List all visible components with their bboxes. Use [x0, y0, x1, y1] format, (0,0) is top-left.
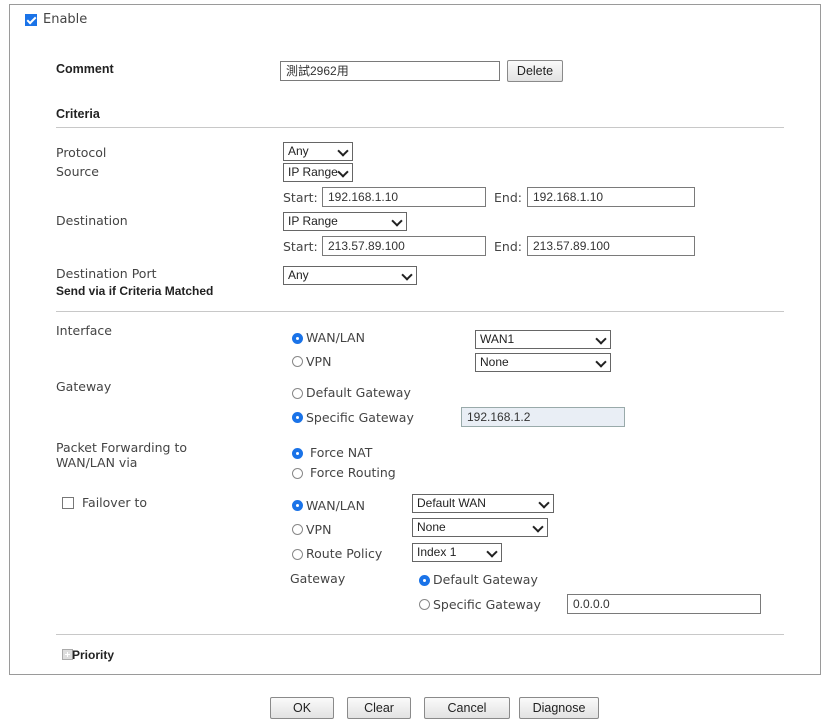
specific-gateway-radio[interactable] [292, 412, 303, 423]
comment-input[interactable]: 測試2962用 [280, 61, 500, 81]
force-routing-radio[interactable] [292, 468, 303, 479]
source-end-input[interactable]: 192.168.1.10 [527, 187, 695, 207]
destination-end-label: End: [494, 239, 522, 254]
send-via-title: Send via if Criteria Matched [56, 284, 214, 298]
destination-end-input[interactable]: 213.57.89.100 [527, 236, 695, 256]
destination-label: Destination [56, 213, 128, 228]
force-nat-radio[interactable] [292, 448, 303, 459]
interface-vpn-label: VPN [306, 354, 332, 369]
chevron-down-icon [486, 546, 498, 558]
failover-specific-gateway-label: Specific Gateway [433, 597, 541, 612]
gateway-label: Gateway [56, 379, 112, 394]
destination-start-input[interactable]: 213.57.89.100 [322, 236, 486, 256]
force-nat-label: Force NAT [310, 445, 373, 460]
source-start-input[interactable]: 192.168.1.10 [322, 187, 486, 207]
destination-port-value: Any [288, 268, 309, 282]
protocol-select[interactable]: Any [283, 142, 353, 161]
destination-port-label: Destination Port [56, 266, 157, 281]
interface-wan-lan-select[interactable]: WAN1 [475, 330, 611, 349]
interface-label: Interface [56, 323, 112, 338]
destination-type-select[interactable]: IP Range [283, 212, 407, 231]
diagnose-button[interactable]: Diagnose [519, 697, 599, 719]
ok-button[interactable]: OK [270, 697, 334, 719]
priority-label: Priority [72, 648, 115, 662]
failover-vpn-label: VPN [306, 522, 332, 537]
protocol-label: Protocol [56, 145, 107, 160]
interface-wan-lan-radio[interactable] [292, 333, 303, 344]
chevron-down-icon [532, 521, 544, 533]
chevron-down-icon [595, 356, 607, 368]
comment-label: Comment [56, 62, 114, 76]
cancel-button[interactable]: Cancel [424, 697, 510, 719]
interface-vpn-radio[interactable] [292, 356, 303, 367]
failover-label: Failover to [82, 495, 148, 510]
interface-wan-lan-value: WAN1 [480, 332, 515, 346]
force-routing-label: Force Routing [310, 465, 396, 480]
failover-route-policy-radio[interactable] [292, 549, 303, 560]
chevron-down-icon [401, 269, 413, 281]
specific-gateway-label: Specific Gateway [306, 410, 414, 425]
enable-checkbox[interactable] [25, 14, 37, 26]
failover-gateway-label: Gateway [290, 571, 346, 586]
failover-vpn-value: None [417, 520, 446, 534]
source-type-value: IP Range [288, 165, 338, 179]
destination-start-label: Start: [283, 239, 318, 254]
send-via-divider [56, 311, 784, 312]
clear-button[interactable]: Clear [347, 697, 411, 719]
source-type-select[interactable]: IP Range [283, 163, 353, 182]
source-start-label: Start: [283, 190, 318, 205]
chevron-down-icon [337, 166, 349, 178]
failover-default-gateway-label: Default Gateway [433, 572, 538, 587]
delete-button[interactable]: Delete [507, 60, 563, 82]
chevron-down-icon [337, 145, 349, 157]
failover-specific-gateway-input[interactable]: 0.0.0.0 [567, 594, 761, 614]
failover-route-policy-label: Route Policy [306, 546, 383, 561]
policy-panel [9, 4, 821, 675]
failover-vpn-radio[interactable] [292, 524, 303, 535]
interface-vpn-select[interactable]: None [475, 353, 611, 372]
specific-gateway-input[interactable]: 192.168.1.2 [461, 407, 625, 427]
failover-vpn-select[interactable]: None [412, 518, 548, 537]
packet-forwarding-label-line2: WAN/LAN via [56, 455, 138, 470]
enable-label: Enable [43, 12, 88, 27]
source-label: Source [56, 164, 99, 179]
destination-type-value: IP Range [288, 214, 338, 228]
priority-divider [56, 634, 784, 635]
failover-wan-lan-select[interactable]: Default WAN [412, 494, 554, 513]
failover-wan-lan-radio[interactable] [292, 500, 303, 511]
source-end-label: End: [494, 190, 522, 205]
chevron-down-icon [391, 215, 403, 227]
default-gateway-radio[interactable] [292, 388, 303, 399]
failover-specific-gateway-radio[interactable] [419, 599, 430, 610]
destination-port-select[interactable]: Any [283, 266, 417, 285]
failover-wan-lan-label: WAN/LAN [306, 498, 365, 513]
criteria-divider [56, 127, 784, 128]
interface-vpn-value: None [480, 355, 509, 369]
chevron-down-icon [595, 333, 607, 345]
interface-wan-lan-label: WAN/LAN [306, 330, 365, 345]
criteria-title: Criteria [56, 107, 100, 121]
packet-forwarding-label-line1: Packet Forwarding to [56, 440, 187, 455]
failover-default-gateway-radio[interactable] [419, 575, 430, 586]
default-gateway-label: Default Gateway [306, 385, 411, 400]
failover-wan-lan-value: Default WAN [417, 496, 486, 510]
failover-route-policy-select[interactable]: Index 1 [412, 543, 502, 562]
protocol-value: Any [288, 144, 309, 158]
failover-checkbox[interactable] [62, 497, 74, 509]
chevron-down-icon [538, 497, 550, 509]
failover-route-policy-value: Index 1 [417, 545, 457, 559]
